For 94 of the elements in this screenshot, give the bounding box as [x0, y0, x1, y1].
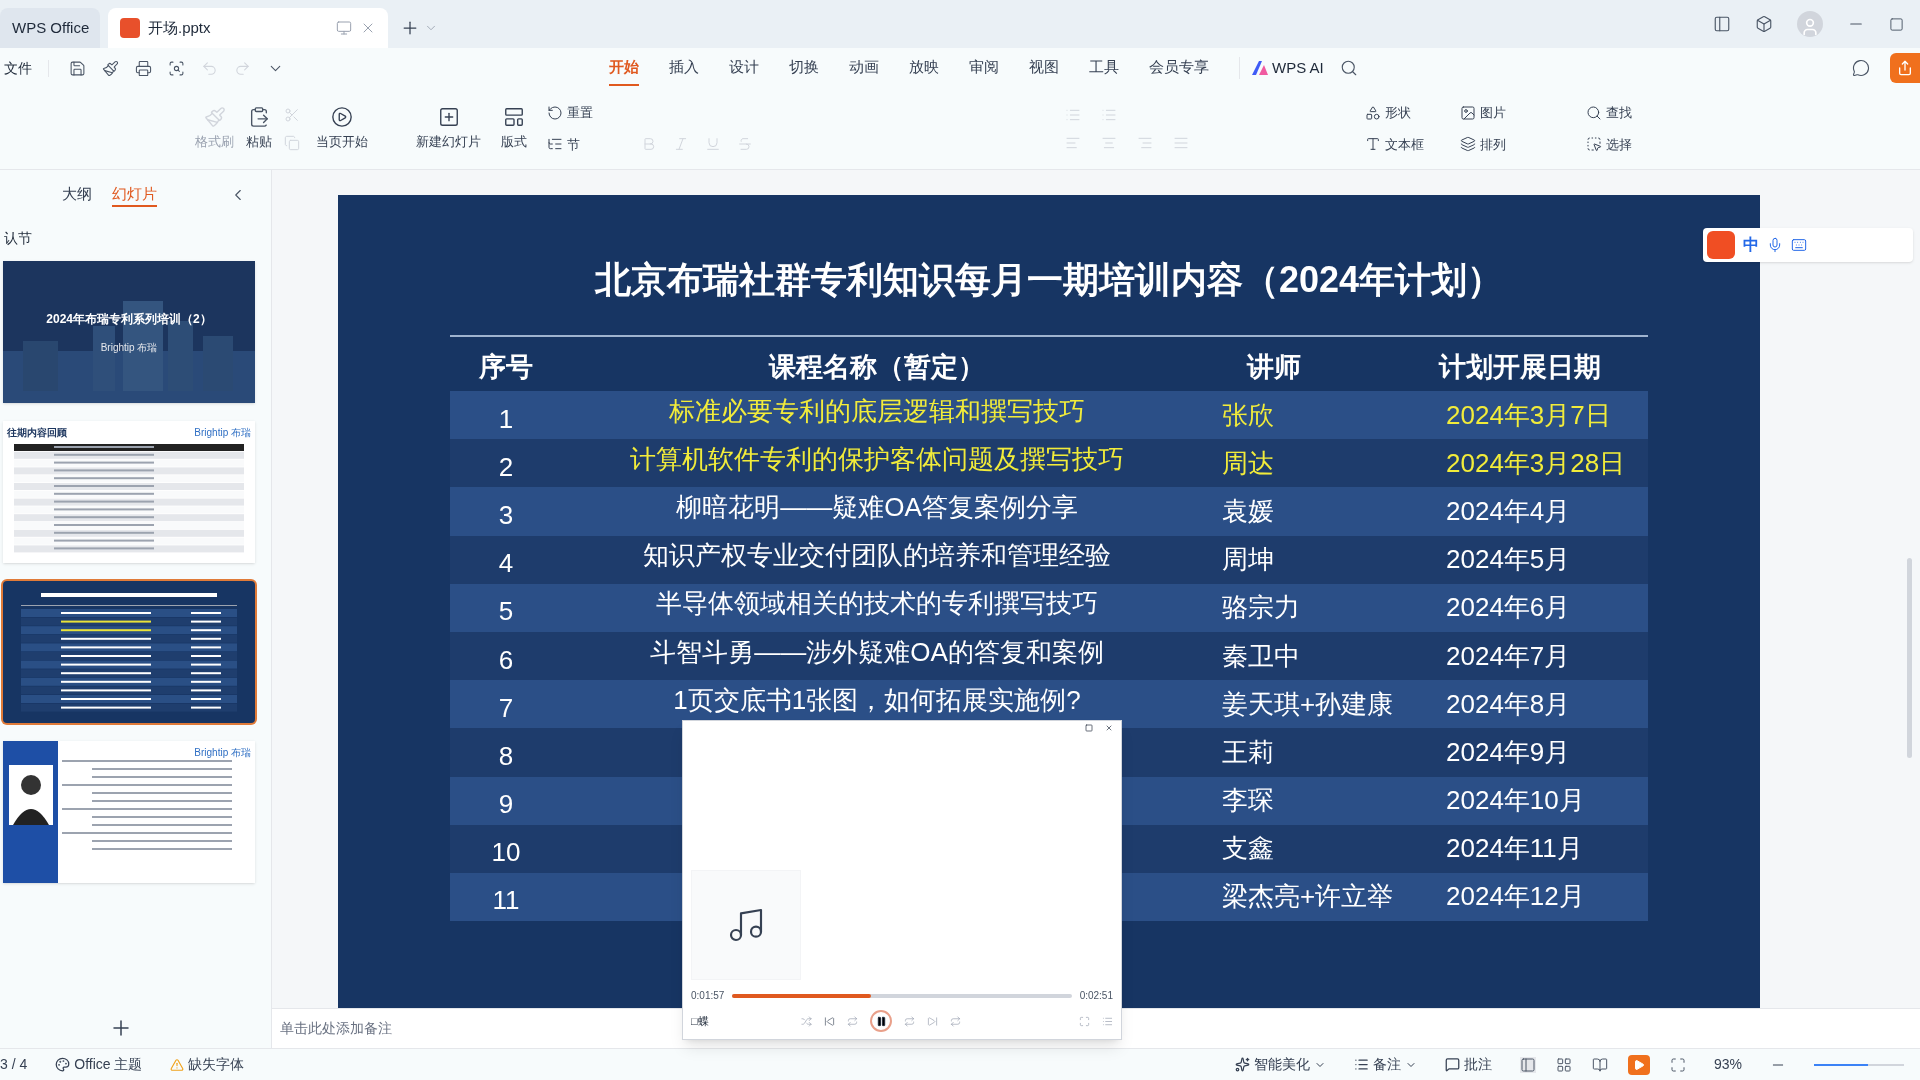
play-from-current-button[interactable]: 当页开始 — [312, 105, 372, 152]
total-time: 0:02:51 — [1079, 989, 1113, 1003]
table-cell-text: 2024年6月 — [1445, 591, 1572, 625]
table-cell-text: 1页交底书1张图，如何拓展实施例? — [672, 683, 1082, 717]
table-cell-text: 2024年5月 — [1445, 543, 1572, 577]
table-cell-text: 6 — [497, 643, 515, 677]
table-cell-text: 计算机软件专利的保护客体问题及撰写技巧 — [629, 442, 1125, 476]
table-cell-text: 梁杰亮+许立举 — [1221, 880, 1392, 914]
ribbon-tab[interactable]: 插入 — [669, 50, 699, 86]
notes-button[interactable]: 备注 — [1353, 1054, 1417, 1075]
slide-thumbnail[interactable]: 往期内容回顾 Brightip 布瑞 — [3, 421, 255, 563]
table-cell-text: 周坤 — [1221, 543, 1275, 577]
ribbon-tab[interactable]: 动画 — [849, 50, 879, 86]
shape-button[interactable]: 形状 — [1361, 103, 1428, 123]
table-cell-text: 王莉 — [1221, 735, 1275, 769]
zoom-level: 93% — [1713, 1055, 1742, 1074]
layout-button[interactable]: 版式 — [497, 105, 531, 152]
track-title: □蝶 — [691, 1013, 710, 1029]
slide-thumbnail[interactable]: Brightip 布瑞 — [3, 741, 255, 883]
table-cell-text: 11 — [491, 884, 521, 918]
column-header: 课程名称（暂定） — [767, 350, 986, 384]
new-slide-button[interactable]: 新建幻灯片 — [412, 105, 485, 152]
ribbon-tab[interactable]: 放映 — [909, 50, 939, 86]
table-cell-text: 半导体领域相关的技术的专利撰写技巧 — [655, 587, 1099, 621]
table-cell-text: 2 — [497, 450, 515, 484]
missing-fonts-button[interactable]: 缺失字体 — [170, 1054, 245, 1075]
notes-field[interactable]: 单击此处添加备注 — [280, 1018, 392, 1039]
table-cell-text: 张欣 — [1221, 398, 1275, 432]
table-cell-text: 8 — [497, 739, 515, 773]
ribbon-tab[interactable]: 设计 — [729, 50, 759, 86]
table-cell-text: 李琛 — [1221, 784, 1275, 818]
ime-mode[interactable]: 中 — [1743, 233, 1759, 257]
beautify-button[interactable]: 智能美化 — [1234, 1054, 1326, 1075]
slide-title: 北京布瑞社群专利知识每月一期培训内容（2024年计划） — [594, 258, 1504, 302]
table-cell-text: 斗智斗勇——涉外疑难OA的答复和案例 — [649, 635, 1105, 669]
table-cell-text: 柳暗花明——疑难OA答复案例分享 — [675, 490, 1079, 524]
table-cell-text: 7 — [497, 691, 515, 725]
table-cell-text: 骆宗力 — [1221, 591, 1301, 625]
thumbnail-brand: Brightip 布瑞 — [194, 426, 251, 440]
textbox-button[interactable]: 文本框 — [1361, 134, 1428, 154]
table-cell-text: 2024年10月 — [1445, 784, 1586, 818]
thumbnail-title: 2024年布瑞专利系列培训（2） — [46, 310, 212, 328]
table-cell-text: 知识产权专业交付团队的培养和管理经验 — [642, 539, 1112, 573]
ribbon-tab[interactable]: 工具 — [1089, 50, 1119, 86]
table-cell-text: 2024年3月28日 — [1445, 446, 1627, 480]
section-label: 认节 — [4, 229, 33, 248]
file-menu[interactable]: 文件 — [0, 57, 48, 79]
arrange-button[interactable]: 排列 — [1456, 134, 1510, 154]
column-header: 序号 — [478, 350, 534, 384]
ai-button[interactable]: WPS AI — [1252, 56, 1324, 80]
comments-button[interactable]: 批注 — [1444, 1054, 1492, 1075]
table-cell-text: 2024年3月7日 — [1445, 398, 1612, 432]
thumbnail-brand: Brightip 布瑞 — [194, 746, 251, 760]
ribbon-tab[interactable]: 审阅 — [969, 50, 999, 86]
table-cell-text: 2024年9月 — [1445, 735, 1572, 769]
find-button[interactable]: 查找 — [1582, 103, 1636, 123]
thumbnail-title: 往期内容回顾 — [7, 426, 67, 440]
table-cell-text: 2024年8月 — [1445, 687, 1572, 721]
table-cell-text: 3 — [497, 498, 515, 532]
table-cell-text: 支鑫 — [1221, 832, 1275, 866]
column-header: 讲师 — [1245, 350, 1302, 384]
table-cell-text: 标准必要专利的底层逻辑和撰写技巧 — [668, 394, 1086, 428]
paste-button[interactable]: 粘贴 — [246, 131, 272, 152]
document-tab[interactable]: WPS Office — [0, 8, 100, 48]
section-button[interactable]: 节 — [543, 134, 597, 154]
table-cell-text: 2024年4月 — [1445, 494, 1572, 528]
slide-thumbnail[interactable]: 2024年布瑞专利系列培训（2） Brightip 布瑞 — [3, 261, 255, 403]
table-cell-text: 2024年11月 — [1445, 832, 1584, 866]
table-cell-text: 2024年7月 — [1445, 639, 1572, 673]
reset-button[interactable]: 重置 — [543, 103, 597, 123]
page-indicator: 3 / 4 — [0, 1055, 28, 1074]
select-button[interactable]: 选择 — [1582, 134, 1636, 154]
table-cell-text: 秦卫中 — [1221, 639, 1301, 673]
panel-tab[interactable]: 大纲 — [62, 182, 92, 208]
table-cell-text: 1 — [497, 402, 515, 436]
elapsed-time: 0:01:57 — [691, 989, 725, 1003]
table-cell-text: 5 — [497, 595, 515, 629]
ribbon-tab[interactable]: 视图 — [1029, 50, 1059, 86]
ribbon-tab[interactable]: 会员专享 — [1149, 50, 1209, 86]
ribbon-tab[interactable]: 切换 — [789, 50, 819, 86]
table-cell-text: 10 — [490, 836, 522, 870]
table-cell-text: 袁媛 — [1221, 494, 1275, 528]
table-cell-text: 周达 — [1221, 446, 1275, 480]
table-cell-text: 4 — [497, 547, 515, 581]
picture-button[interactable]: 图片 — [1456, 103, 1510, 123]
ribbon-tab[interactable]: 开始 — [609, 50, 639, 86]
table-cell-text: 姜天琪+孙建康 — [1221, 687, 1392, 721]
column-header: 计划开展日期 — [1437, 350, 1602, 384]
theme-button[interactable]: Office 主题 — [55, 1054, 143, 1075]
thumbnail-brand: Brightip 布瑞 — [100, 340, 158, 355]
document-tab[interactable]: 开场.pptx — [108, 8, 388, 48]
panel-tab[interactable]: 幻灯片 — [112, 182, 157, 208]
table-cell-text: 2024年12月 — [1445, 880, 1586, 914]
table-cell-text: 9 — [497, 788, 515, 822]
